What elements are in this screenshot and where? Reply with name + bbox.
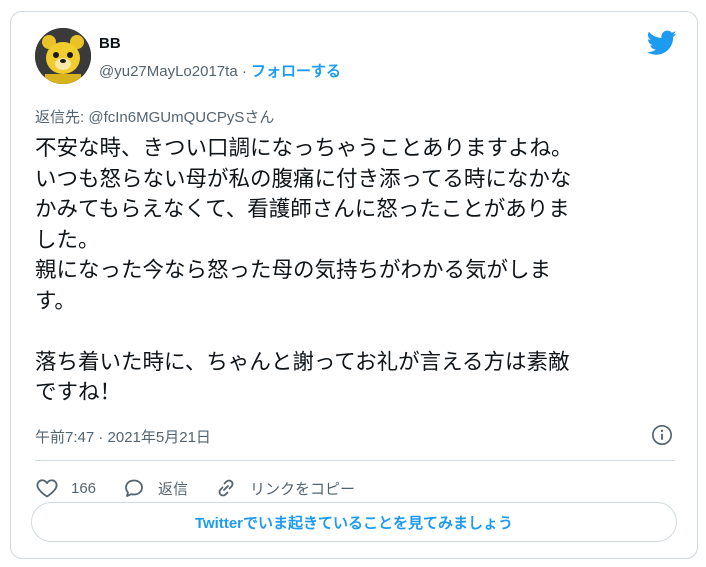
like-button[interactable]: 166 [35,476,96,500]
copy-link-button[interactable]: リンクをコピー [214,476,355,500]
heart-icon [36,479,58,498]
explore-twitter-button[interactable]: Twitterでいま起きていることを見てみましょう [31,502,677,542]
info-icon[interactable] [651,424,673,446]
reply-context: 返信先: @fcIn6MGUmQUCPySさん [35,106,274,127]
link-icon [218,479,234,497]
divider [35,460,675,461]
tweet-text: 不安な時、きつい口調になっちゃうことありますよね。 いつも怒らない母が私の腹痛に… [35,136,573,405]
tweet-card: BB @yu27MayLo2017ta · フォローする 返信先: @fcIn6… [10,11,698,559]
reply-prefix: 返信先: [35,109,89,126]
author-handle-row: @yu27MayLo2017ta · フォローする [99,60,341,81]
author-handle[interactable]: @yu27MayLo2017ta [99,63,238,80]
handle-separator: · [237,63,251,80]
twitter-bird-icon[interactable] [647,30,677,56]
reply-button[interactable]: 返信 [122,476,188,500]
avatar[interactable] [35,28,91,84]
like-count: 166 [71,479,97,497]
action-bar: 166 返信 リンクをコピー [35,474,381,502]
follow-button[interactable]: フォローする [251,63,341,80]
reply-label: 返信 [158,480,189,498]
reply-mention-link[interactable]: @fcIn6MGUmQUCPySさん [88,109,274,126]
avatar-image [35,28,91,84]
speech-bubble-icon [125,479,143,497]
copy-link-label: リンクをコピー [250,480,356,498]
tweet-timestamp[interactable]: 午前7:47 · 2021年5月21日 [35,426,211,447]
author-name[interactable]: BB [99,35,121,52]
